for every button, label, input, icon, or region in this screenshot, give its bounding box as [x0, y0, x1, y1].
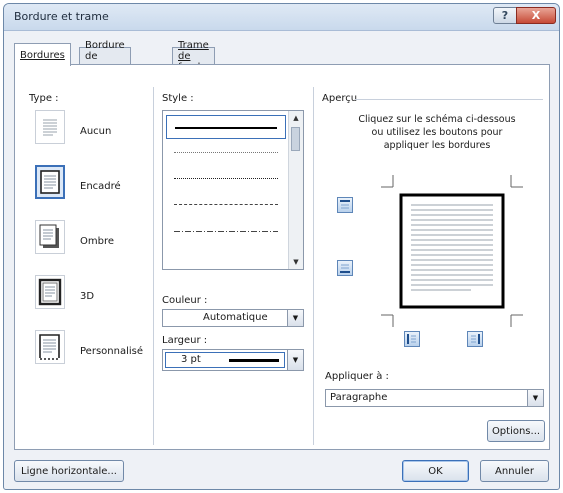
type-box-option[interactable] [35, 165, 65, 199]
border-3d-icon [38, 278, 62, 306]
scroll-up-arrow-icon[interactable]: ▲ [289, 111, 303, 125]
close-icon: X [531, 9, 541, 22]
width-value: 3 pt [181, 354, 201, 365]
border-dialog: Bordure et trame ? X Bordures Bordure de… [3, 3, 560, 490]
type-box-label: Encadré [80, 181, 121, 192]
color-select[interactable]: Automatique ▼ [162, 309, 304, 327]
border-top-icon [340, 200, 350, 209]
preview-heading: Aperçu [322, 93, 358, 104]
border-left-button[interactable] [404, 331, 420, 347]
border-preview-diagram[interactable] [381, 175, 523, 327]
style-dash-dot-preview [174, 231, 278, 232]
preview-instruction-line: Cliquez sur le schéma ci-dessous [358, 114, 516, 125]
type-none-option[interactable] [35, 110, 65, 144]
scroll-thumb[interactable] [291, 127, 300, 151]
divider [313, 87, 314, 445]
divider [153, 87, 154, 445]
border-right-button[interactable] [467, 331, 483, 347]
color-value: Automatique [203, 312, 268, 323]
apply-to-select[interactable]: Paragraphe ▼ [325, 389, 544, 407]
style-solid-preview [175, 127, 277, 129]
width-line-preview [229, 359, 279, 362]
style-heading: Style : [162, 93, 194, 104]
scroll-down-arrow-icon[interactable]: ▼ [289, 255, 303, 269]
style-option-dashed[interactable] [166, 193, 286, 217]
width-label: Largeur : [162, 335, 208, 346]
border-custom-icon [39, 334, 60, 360]
border-right-icon [471, 334, 480, 344]
close-button[interactable]: X [516, 7, 556, 24]
preview-instructions: Cliquez sur le schéma ci-dessous ou util… [331, 113, 543, 152]
tab-bordure-de-page[interactable]: Bordure de page [79, 40, 131, 73]
preview-instruction-line: appliquer les bordures [383, 140, 491, 151]
chevron-down-icon[interactable]: ▼ [527, 390, 543, 406]
style-option-dotted[interactable] [166, 141, 286, 165]
type-shadow-option[interactable] [35, 220, 65, 254]
tab-trame-de-fond[interactable]: Trame de fond [172, 40, 215, 73]
border-bottom-icon [340, 264, 350, 273]
chevron-down-icon[interactable]: ▼ [287, 310, 303, 326]
type-none-label: Aucun [80, 126, 112, 137]
tab-bordures[interactable]: Bordures [14, 43, 71, 66]
style-list-scrollbar[interactable]: ▲ ▼ [288, 111, 303, 269]
chevron-down-icon[interactable]: ▼ [287, 350, 303, 370]
border-bottom-button[interactable] [337, 260, 353, 276]
cancel-button-label: Annuler [495, 465, 534, 477]
preview-instruction-line: ou utilisez les boutons pour [371, 127, 503, 138]
style-dense-dotted-preview [174, 178, 278, 179]
style-option-solid[interactable] [166, 115, 286, 139]
ok-button-label: OK [428, 465, 443, 477]
border-left-icon [407, 334, 416, 344]
cancel-button[interactable]: Annuler [480, 460, 549, 482]
type-3d-label: 3D [80, 291, 95, 302]
horizontal-line-button[interactable]: Ligne horizontale... [14, 460, 124, 482]
style-option-dense-dotted[interactable] [166, 167, 286, 191]
type-custom-option[interactable] [35, 330, 65, 364]
type-custom-label: Personnalisé [80, 346, 143, 357]
dialog-title: Bordure et trame [14, 10, 109, 23]
bordures-panel: Type : Aucun Encadré Ombre 3D Personnali… [14, 64, 550, 450]
type-shadow-label: Ombre [80, 236, 115, 247]
options-button-label: Options... [491, 425, 541, 437]
style-list[interactable]: ▲ ▼ [162, 110, 304, 270]
border-top-button[interactable] [337, 197, 353, 213]
border-box-icon [40, 170, 60, 194]
style-dashed-preview [174, 204, 278, 205]
help-button[interactable]: ? [493, 7, 517, 24]
border-none-icon [43, 119, 57, 136]
title-bar: Bordure et trame ? X [4, 4, 559, 31]
options-button[interactable]: Options... [487, 420, 545, 442]
border-shadow-icon [39, 224, 59, 248]
style-dotted-preview [174, 152, 278, 153]
style-option-dash-dot[interactable] [166, 219, 286, 243]
apply-to-label: Appliquer à : [325, 371, 389, 382]
type-heading: Type : [29, 93, 59, 104]
ok-button[interactable]: OK [402, 460, 469, 482]
tab-bordures-label: Bordures [20, 49, 65, 61]
color-label: Couleur : [162, 295, 208, 306]
width-select[interactable]: 3 pt ▼ [162, 349, 304, 371]
preview-group-line [355, 99, 543, 100]
type-3d-option[interactable] [35, 275, 65, 309]
help-icon: ? [501, 9, 509, 22]
apply-to-value: Paragraphe [330, 392, 388, 403]
horizontal-line-label: Ligne horizontale... [21, 465, 117, 477]
